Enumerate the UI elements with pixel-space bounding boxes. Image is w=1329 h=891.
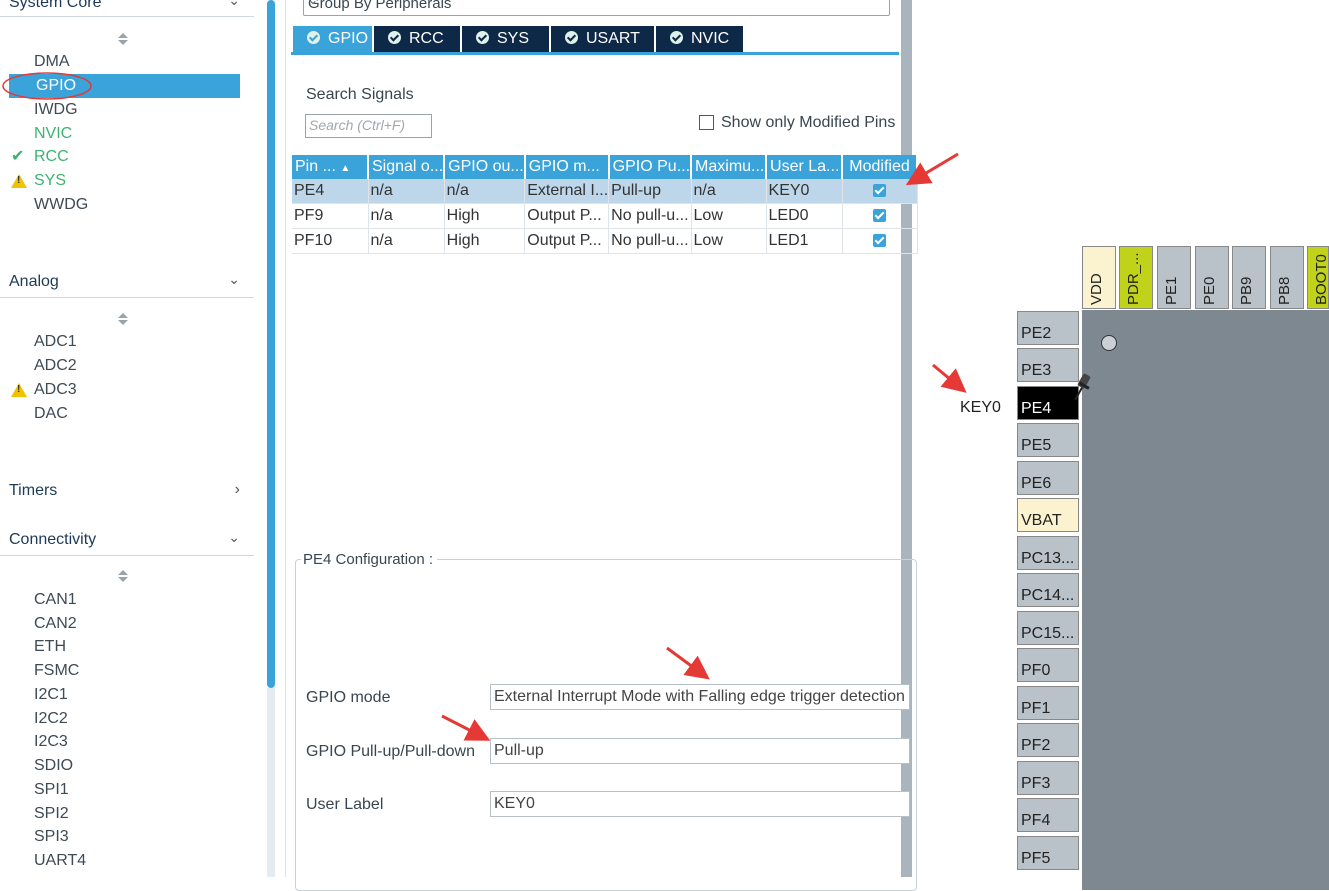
arrow-icon: [441, 714, 491, 741]
arrow-icon: [932, 363, 967, 393]
arrow-icon: [666, 646, 710, 680]
arrow-icon: [905, 152, 959, 186]
highlight-circle: [2, 72, 92, 100]
annotation-overlay: [2, 72, 967, 741]
